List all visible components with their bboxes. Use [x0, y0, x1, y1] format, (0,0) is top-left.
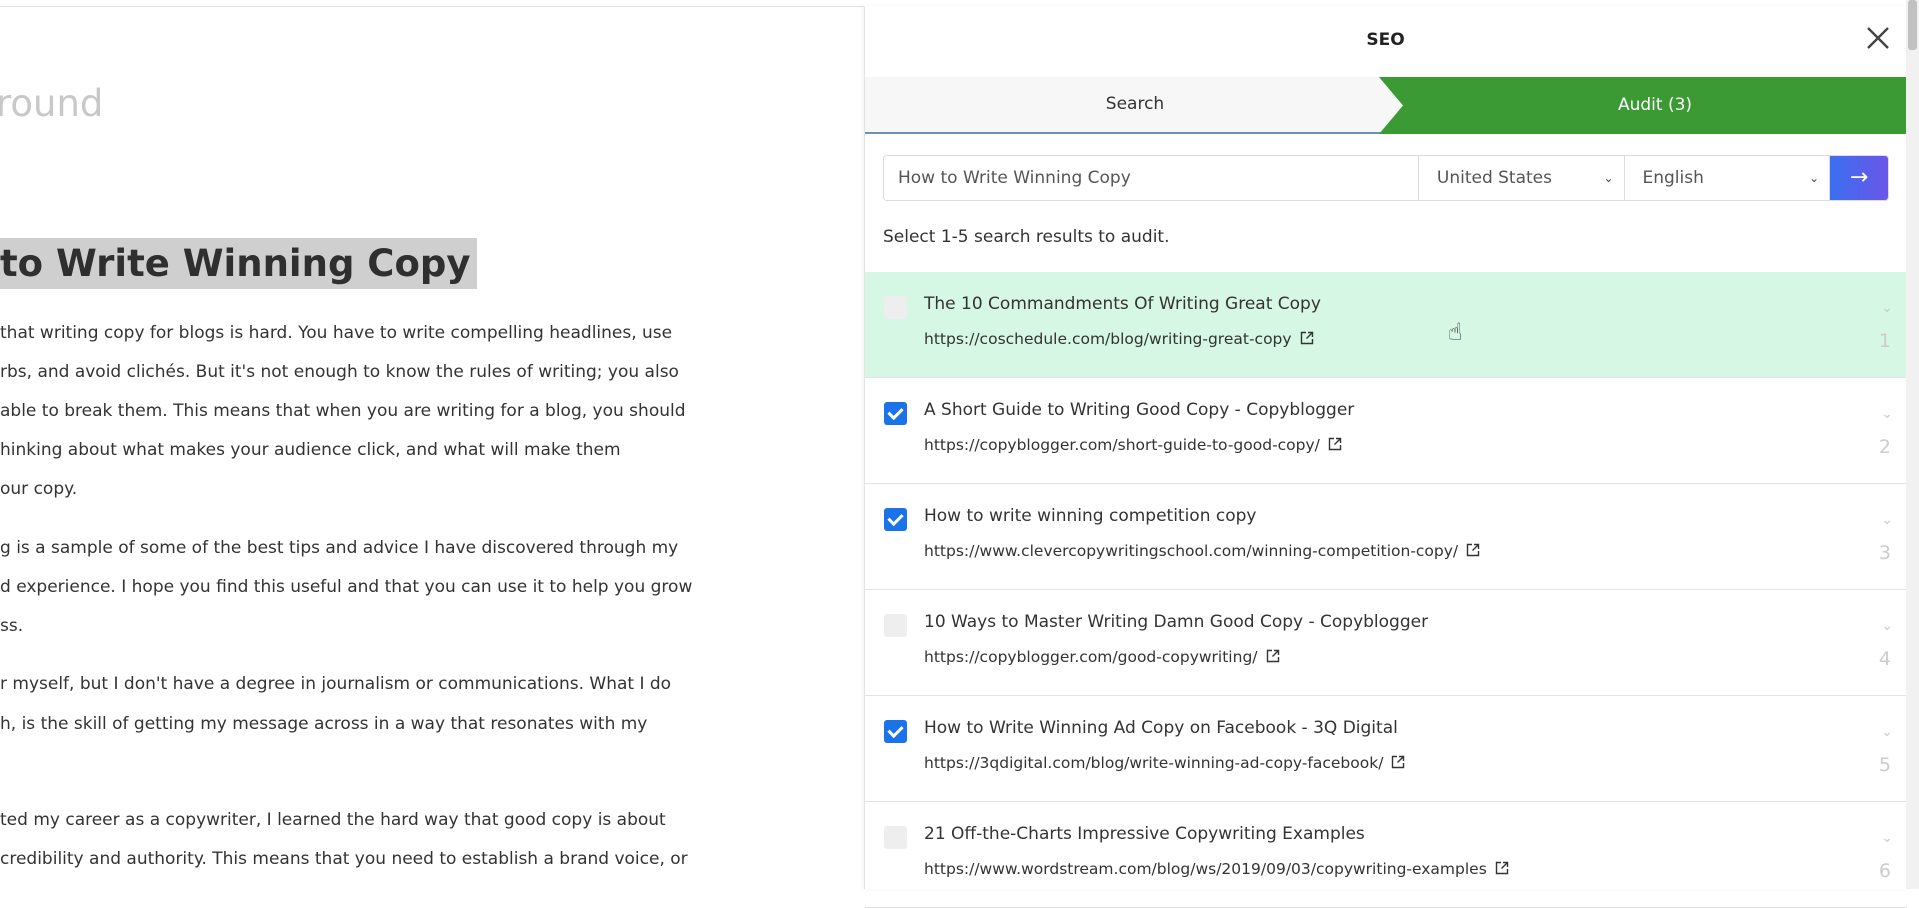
paragraph-line: that writing copy for blogs is hard. You… [0, 323, 673, 343]
seo-panel: SEO Search Audit (3) United States ⌄ Engl… [864, 6, 1907, 908]
query-input[interactable] [884, 156, 1419, 200]
tabs: Search Audit (3) [865, 77, 1907, 134]
paragraph-line: credibility and authority. This means th… [0, 849, 688, 869]
tab-audit[interactable]: Audit (3) [1379, 77, 1907, 134]
result-url-line: https://3qdigital.com/blog/write-winning… [924, 754, 1405, 772]
external-link-icon[interactable] [1466, 543, 1480, 557]
result-url[interactable]: https://3qdigital.com/blog/write-winning… [924, 754, 1383, 772]
result-rank: 3 [1878, 542, 1891, 564]
result-url-line: https://www.clevercopywritingschool.com/… [924, 542, 1480, 560]
hint-text: Select 1-5 search results to audit. [883, 227, 1170, 247]
result-title: A Short Guide to Writing Good Copy - Cop… [924, 400, 1355, 420]
faded-title: round [0, 82, 104, 125]
result-row[interactable]: 21 Off-the-Charts Impressive Copywriting… [865, 802, 1907, 908]
result-rank: 5 [1878, 754, 1891, 776]
close-icon[interactable] [1864, 24, 1892, 52]
paragraph-line: rbs, and avoid clichés. But it's not eno… [0, 362, 679, 382]
result-row[interactable]: A Short Guide to Writing Good Copy - Cop… [865, 378, 1907, 484]
result-checkbox[interactable] [884, 296, 907, 319]
language-select[interactable]: English ⌄ [1625, 156, 1831, 200]
results-list: The 10 Commandments Of Writing Great Cop… [865, 272, 1907, 908]
selected-headline[interactable]: to Write Winning Copy [0, 238, 477, 289]
editor-area[interactable]: round to Write Winning Copy that writing… [0, 0, 864, 889]
country-value: United States [1436, 168, 1552, 188]
external-link-icon[interactable] [1300, 331, 1314, 345]
result-row[interactable]: How to Write Winning Ad Copy on Facebook… [865, 696, 1907, 802]
result-title: 21 Off-the-Charts Impressive Copywriting… [924, 824, 1365, 844]
paragraph-line: able to break them. This means that when… [0, 401, 686, 421]
chevron-down-icon[interactable]: ⌄ [1881, 724, 1893, 740]
hand-cursor-icon: ☝ [1448, 318, 1463, 346]
result-url-line: https://www.wordstream.com/blog/ws/2019/… [924, 860, 1509, 878]
result-url-line: https://copyblogger.com/short-guide-to-g… [924, 436, 1342, 454]
external-link-icon[interactable] [1266, 649, 1280, 663]
chevron-down-icon[interactable]: ⌄ [1881, 300, 1893, 316]
result-title: How to Write Winning Ad Copy on Facebook… [924, 718, 1398, 738]
panel-title: SEO [1366, 30, 1405, 50]
paragraph-line: ss. [0, 616, 24, 636]
result-row[interactable]: 10 Ways to Master Writing Damn Good Copy… [865, 590, 1907, 696]
external-link-icon[interactable] [1495, 861, 1509, 875]
result-rank: 4 [1878, 648, 1891, 670]
result-row[interactable]: The 10 Commandments Of Writing Great Cop… [865, 272, 1907, 378]
search-row: United States ⌄ English ⌄ → [883, 155, 1889, 201]
submit-button[interactable]: → [1830, 156, 1888, 200]
paragraph-line: hinking about what makes your audience c… [0, 440, 621, 460]
result-checkbox[interactable] [884, 402, 907, 425]
chevron-down-icon[interactable]: ⌄ [1881, 406, 1893, 422]
chevron-down-icon: ⌄ [1603, 171, 1614, 185]
result-url[interactable]: https://www.clevercopywritingschool.com/… [924, 542, 1458, 560]
paragraph-line: g is a sample of some of the best tips a… [0, 538, 679, 558]
result-title: 10 Ways to Master Writing Damn Good Copy… [924, 612, 1429, 632]
paragraph-line: d experience. I hope you find this usefu… [0, 577, 693, 597]
result-url-line: https://copyblogger.com/good-copywriting… [924, 648, 1280, 666]
language-value: English [1642, 168, 1704, 188]
result-url[interactable]: https://copyblogger.com/good-copywriting… [924, 648, 1258, 666]
paragraph-line: h, is the skill of getting my message ac… [0, 714, 648, 734]
result-checkbox[interactable] [884, 826, 907, 849]
result-title: How to write winning competition copy [924, 506, 1257, 526]
result-checkbox[interactable] [884, 720, 907, 743]
chevron-down-icon[interactable]: ⌄ [1881, 830, 1893, 846]
result-row[interactable]: How to write winning competition copy ht… [865, 484, 1907, 590]
result-url[interactable]: https://www.wordstream.com/blog/ws/2019/… [924, 860, 1487, 878]
scrollbar[interactable] [1906, 0, 1919, 889]
paragraph-line: r myself, but I don't have a degree in j… [0, 674, 672, 694]
arrow-right-icon: → [1849, 165, 1869, 190]
paragraph-line: ted my career as a copywriter, I learned… [0, 810, 666, 830]
external-link-icon[interactable] [1328, 437, 1342, 451]
result-url[interactable]: https://coschedule.com/blog/writing-grea… [924, 330, 1292, 348]
paragraph-line: our copy. [0, 479, 78, 499]
scrollbar-thumb[interactable] [1908, 0, 1917, 50]
tab-search[interactable]: Search [865, 77, 1405, 134]
result-checkbox[interactable] [884, 508, 907, 531]
result-url[interactable]: https://copyblogger.com/short-guide-to-g… [924, 436, 1320, 454]
chevron-down-icon: ⌄ [1809, 171, 1820, 185]
country-select[interactable]: United States ⌄ [1419, 156, 1625, 200]
result-rank: 1 [1878, 330, 1891, 352]
result-url-line: https://coschedule.com/blog/writing-grea… [924, 330, 1314, 348]
external-link-icon[interactable] [1391, 755, 1405, 769]
result-title: The 10 Commandments Of Writing Great Cop… [924, 294, 1321, 314]
result-rank: 2 [1878, 436, 1891, 458]
chevron-down-icon[interactable]: ⌄ [1881, 618, 1893, 634]
result-checkbox[interactable] [884, 614, 907, 637]
chevron-down-icon[interactable]: ⌄ [1881, 512, 1893, 528]
result-rank: 6 [1878, 860, 1891, 882]
